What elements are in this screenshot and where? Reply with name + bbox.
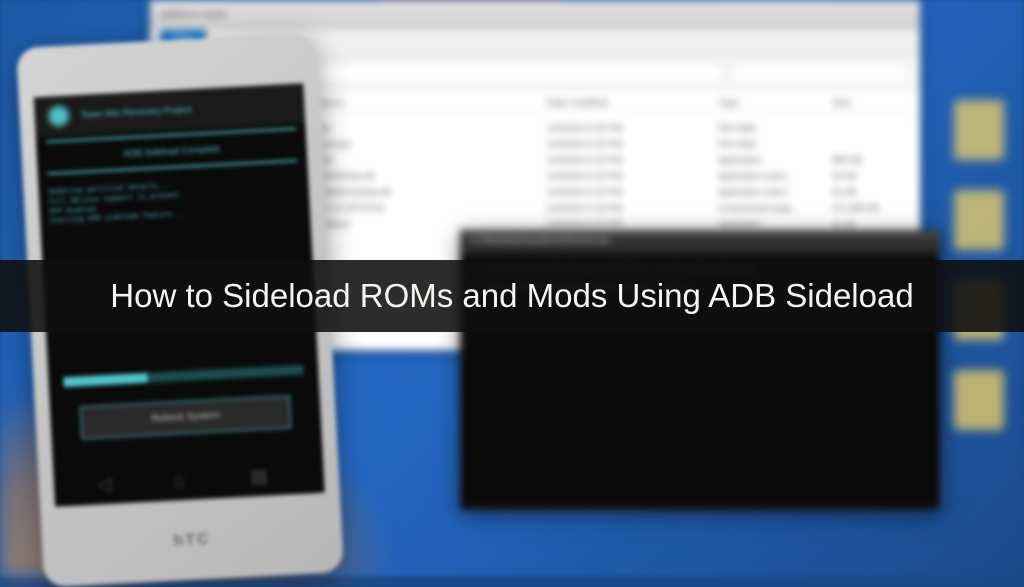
title-overlay-banner: How to Sideload ROMs and Mods Using ADB …: [0, 260, 1024, 332]
explorer-titlebar: platform-tools: [150, 0, 920, 30]
file-row[interactable]: adb 12/4/2014 4:24 PM Application 985 KB: [318, 152, 912, 168]
column-type[interactable]: Type: [718, 98, 832, 109]
file-row[interactable]: AdbWinApi.dll 12/4/2014 4:24 PM Applicat…: [318, 168, 912, 184]
progress-fill: [63, 373, 147, 387]
file-row[interactable]: systrace 12/4/2014 4:25 PM File folder: [318, 136, 912, 152]
column-date[interactable]: Date modified: [546, 98, 717, 109]
twrp-logo-icon: [44, 101, 73, 130]
log-icon[interactable]: ▤: [250, 465, 281, 487]
reboot-system-button[interactable]: Reboot System: [80, 396, 291, 440]
cmd-titlebar: C:\Windows\system32\cmd.exe: [461, 231, 939, 255]
back-icon[interactable]: ◁: [97, 473, 128, 495]
file-list-header: Name Date modified Type Size: [318, 98, 912, 114]
file-row[interactable]: AdbWinUsbApi.dll 12/4/2014 4:24 PM Appli…: [318, 184, 912, 200]
page-title: How to Sideload ROMs and Mods Using ADB …: [110, 277, 913, 315]
column-size[interactable]: Size: [832, 98, 912, 109]
twrp-title: Team Win Recovery Project: [80, 104, 191, 120]
file-row[interactable]: cm-11-OFFICIAL 12/4/2014 4:24 PM Compres…: [318, 200, 912, 216]
explorer-title: platform-tools: [160, 9, 227, 21]
desktop-folder-icon[interactable]: [954, 190, 1004, 250]
phone-nav-bar: ◁ ⌂ ▤: [54, 463, 325, 497]
desktop-folder-icon[interactable]: [954, 370, 1004, 430]
column-name[interactable]: Name: [318, 98, 546, 109]
search-input[interactable]: [730, 63, 910, 85]
file-row[interactable]: api 12/4/2014 4:25 PM File folder: [318, 120, 912, 136]
twrp-progress-bar: [63, 365, 303, 388]
desktop-folder-icon[interactable]: [954, 100, 1004, 160]
phone-brand-logo: hTC: [42, 524, 343, 558]
home-icon[interactable]: ⌂: [173, 469, 204, 491]
